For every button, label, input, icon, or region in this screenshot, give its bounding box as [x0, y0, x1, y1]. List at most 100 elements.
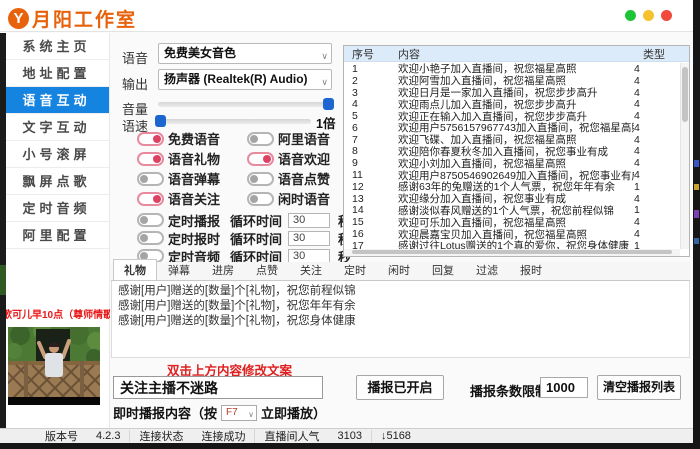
- window-control-green[interactable]: [625, 10, 636, 21]
- broadcast-toggle-button[interactable]: 播报已开启: [356, 375, 444, 400]
- toggle-switch[interactable]: [247, 192, 274, 206]
- row-type: 4: [634, 157, 680, 169]
- toggle-阿里语音[interactable]: 阿里语音: [247, 131, 342, 146]
- toggle-switch[interactable]: [247, 172, 274, 186]
- toggle-语音点赞[interactable]: 语音点赞: [247, 171, 342, 186]
- toggle-label: 阿里语音: [278, 129, 330, 148]
- template-editor[interactable]: 感谢[用户]赠送的[数量]个[礼物]，祝您前程似锦感谢[用户]赠送的[数量]个[…: [111, 281, 690, 358]
- row-seq: 1: [344, 63, 394, 75]
- background-window-edge: [0, 33, 6, 443]
- version-label: 版本号: [36, 428, 87, 443]
- window-controls: [625, 10, 672, 21]
- output-device-select[interactable]: 扬声器 (Realtek(R) Audio) ∨: [158, 69, 332, 90]
- volume-slider-thumb[interactable]: [323, 98, 334, 110]
- row-type: 4: [634, 145, 680, 157]
- row-type: 4: [634, 110, 680, 122]
- app-title: 月阳工作室: [32, 5, 137, 32]
- row-type: 1: [634, 240, 680, 249]
- voice-select[interactable]: 免费美女音色 ∨: [158, 43, 332, 64]
- cycle-time-input[interactable]: [288, 213, 330, 228]
- volume-slider[interactable]: [158, 102, 332, 107]
- tab-进房[interactable]: 进房: [201, 259, 245, 280]
- tab-报时[interactable]: 报时: [509, 259, 553, 280]
- toggle-switch[interactable]: [137, 192, 164, 206]
- toggle-knob: [263, 155, 271, 163]
- scrollbar-thumb[interactable]: [352, 250, 672, 254]
- toggle-switch[interactable]: [137, 213, 164, 227]
- sidebar-item-文字互动[interactable]: 文字互动: [0, 114, 109, 141]
- app-logo: Y 月阳工作室: [8, 5, 137, 32]
- toggle-语音关注[interactable]: 语音关注: [137, 191, 247, 206]
- editor-line: 感谢[用户]赠送的[数量]个[礼物]，祝您年年有余: [118, 299, 683, 314]
- speed-slider-thumb[interactable]: [155, 115, 166, 127]
- sidebar-item-飘屏点歌[interactable]: 飘屏点歌: [0, 168, 109, 195]
- toggle-语音欢迎[interactable]: 语音欢迎: [247, 151, 342, 166]
- desktop-artifact: [694, 210, 699, 218]
- row-type: 4: [634, 193, 680, 205]
- toggle-免费语音[interactable]: 免费语音: [137, 131, 247, 146]
- instant-broadcast-input[interactable]: [113, 376, 323, 399]
- popularity-value: 3103: [328, 430, 371, 442]
- row-type: 4: [634, 75, 680, 87]
- toggle-闲时语音[interactable]: 闲时语音: [247, 191, 342, 206]
- tab-定时[interactable]: 定时: [333, 259, 377, 280]
- instant-play-row: 即时播报内容（按 F7 ∨ 立即播放）: [113, 403, 326, 422]
- desktop-artifact: [694, 160, 699, 167]
- row-seq: 14: [344, 204, 394, 216]
- sidebar-item-阿里配置[interactable]: 阿里配置: [0, 222, 109, 249]
- toggle-knob: [140, 216, 148, 224]
- tab-关注[interactable]: 关注: [289, 259, 333, 280]
- speed-slider[interactable]: [158, 119, 311, 124]
- toggle-switch[interactable]: [247, 152, 274, 166]
- hotkey-select[interactable]: F7 ∨: [221, 405, 257, 421]
- connection-status: 连接成功: [192, 428, 255, 443]
- row-seq: 9: [344, 157, 394, 169]
- toggle-switch[interactable]: [247, 132, 274, 146]
- output-select-value: 扬声器 (Realtek(R) Audio): [164, 72, 308, 86]
- tab-礼物[interactable]: 礼物: [113, 259, 157, 280]
- toggle-switch[interactable]: [137, 132, 164, 146]
- clear-list-button[interactable]: 清空播报列表: [597, 375, 681, 400]
- timer-rows: 定时播报循环时间秒定时报时循环时间秒定时音频循环时间秒: [137, 211, 351, 265]
- toggle-switch[interactable]: [137, 231, 164, 245]
- vertical-scrollbar[interactable]: [680, 63, 689, 249]
- status-bar: 版本号 4.2.3 连接状态 连接成功 直播间人气 3103 ↓5168: [0, 428, 693, 443]
- toggle-switch[interactable]: [137, 172, 164, 186]
- sidebar-item-语音互动[interactable]: 语音互动: [0, 87, 109, 114]
- sidebar-item-地址配置[interactable]: 地址配置: [0, 60, 109, 87]
- toggle-knob: [153, 155, 161, 163]
- horizontal-scrollbar[interactable]: [344, 249, 680, 256]
- window-control-yellow[interactable]: [643, 10, 654, 21]
- toggle-knob: [140, 175, 148, 183]
- sidebar-item-系统主页[interactable]: 系统主页: [0, 33, 109, 60]
- row-type: 4: [634, 87, 680, 99]
- row-type: 4: [634, 216, 680, 228]
- scrollbar-thumb[interactable]: [682, 67, 688, 122]
- table-row[interactable]: 17感谢过往Lotus赠送的1个真的爱你，祝您身体健康1: [344, 240, 680, 249]
- tab-点赞[interactable]: 点赞: [245, 259, 289, 280]
- toggle-语音礼物[interactable]: 语音礼物: [137, 151, 247, 166]
- row-seq: 2: [344, 75, 394, 87]
- tab-弹幕[interactable]: 弹幕: [157, 259, 201, 280]
- toggle-knob: [250, 195, 258, 203]
- toggle-switch[interactable]: [137, 152, 164, 166]
- sidebar-item-小号滚屏[interactable]: 小号滚屏: [0, 141, 109, 168]
- tab-回复[interactable]: 回复: [421, 259, 465, 280]
- cycle-time-input[interactable]: [288, 231, 330, 246]
- column-seq: 序号: [344, 46, 394, 62]
- tab-闲时[interactable]: 闲时: [377, 259, 421, 280]
- row-seq: 5: [344, 110, 394, 122]
- limit-input[interactable]: [540, 377, 588, 398]
- voice-label: 语音: [122, 48, 148, 67]
- row-seq: 15: [344, 216, 394, 228]
- title-bar: Y 月阳工作室: [0, 0, 693, 32]
- toggle-label: 语音关注: [168, 189, 220, 208]
- toggle-语音弹幕[interactable]: 语音弹幕: [137, 171, 247, 186]
- tab-过滤[interactable]: 过滤: [465, 259, 509, 280]
- voice-toggle-grid: 免费语音 阿里语音语音礼物语音欢迎语音弹幕语音点赞语音关注 闲时语音: [137, 131, 342, 206]
- window-control-red[interactable]: [661, 10, 672, 21]
- sidebar-item-定时音频[interactable]: 定时音频: [0, 195, 109, 222]
- desktop-artifact: [694, 238, 699, 244]
- toggle-knob: [153, 195, 161, 203]
- row-seq: 7: [344, 134, 394, 146]
